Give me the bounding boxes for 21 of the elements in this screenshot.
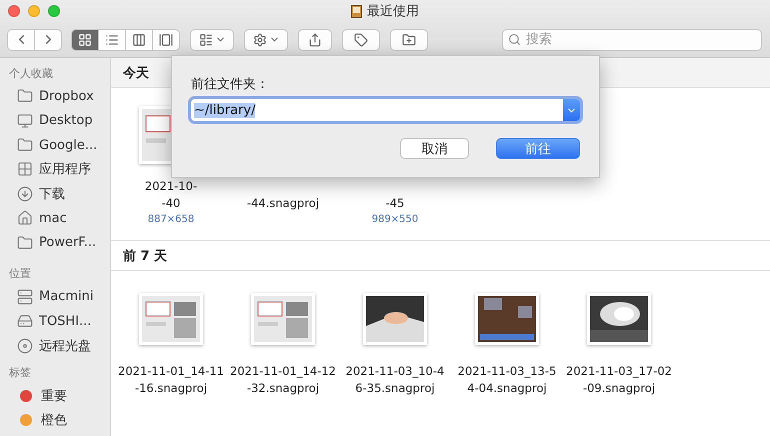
sidebar-heading: 个人收藏 (8, 66, 54, 82)
file-name: -45 (386, 195, 404, 212)
file-dimensions: 887×658 (148, 214, 194, 225)
file-name: 2021-11-03_13-5 (458, 363, 556, 380)
window-title: 最近使用 (367, 3, 419, 20)
file-name: 6-35.snagproj (355, 380, 435, 397)
file-name: -09.snagproj (582, 380, 656, 397)
sidebar-heading: 标签 (8, 365, 32, 382)
file-name: -16.snagproj (134, 380, 208, 397)
file-name: 2021-11-01_14-12 (230, 363, 336, 380)
sidebar-heading: 位置 (8, 266, 32, 282)
file-name: -44.snagproj (246, 195, 320, 212)
file-name: 4-04.snagproj (467, 380, 547, 397)
group-heading: 前 7 天 (111, 240, 770, 271)
file-name: 2021-11-01_14-11 (118, 363, 224, 380)
file-name: -40 (162, 195, 180, 212)
file-name: -32.snagproj (246, 380, 320, 397)
file-name: 2021-11-03_17-02 (566, 363, 672, 380)
file-name: 2021-10- (144, 178, 198, 195)
file-name: 2021-11-03_10-4 (346, 363, 444, 380)
file-dimensions: 989×550 (372, 214, 418, 225)
